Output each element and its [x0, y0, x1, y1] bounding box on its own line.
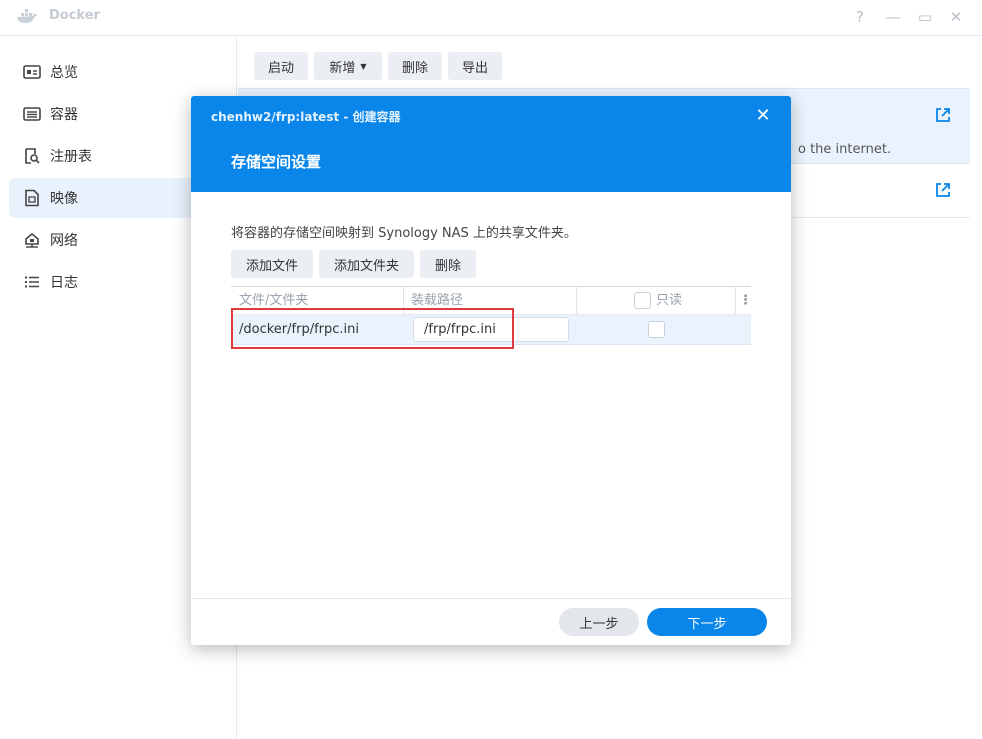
column-header-readonly: 只读 [656, 293, 683, 308]
docker-whale-icon [17, 9, 38, 23]
sidebar-item-label: 日志 [50, 275, 78, 291]
export-button[interactable]: 导出 [448, 52, 502, 80]
dialog-footer: 上一步 下一步 [191, 598, 791, 645]
column-menu-icon[interactable]: ⋮ [739, 287, 752, 315]
dialog-description: 将容器的存储空间映射到 Synology NAS 上的共享文件夹。 [231, 226, 577, 241]
help-icon[interactable]: ? [849, 6, 871, 28]
external-link-icon[interactable] [935, 107, 951, 123]
caret-down-icon: ▼ [360, 61, 367, 71]
external-link-icon[interactable] [935, 182, 951, 198]
sidebar-item-label: 容器 [50, 107, 78, 123]
sidebar-item-label: 注册表 [50, 149, 92, 165]
log-icon [23, 273, 41, 291]
app-title: Docker [49, 8, 100, 23]
dialog-subtitle: chenhw2/frp:latest - 创建容器 [211, 110, 401, 124]
highlight-annotation [231, 308, 514, 349]
next-step-button[interactable]: 下一步 [647, 608, 767, 636]
registry-search-icon [23, 147, 41, 165]
add-file-button[interactable]: 添加文件 [231, 250, 313, 278]
close-window-icon[interactable]: ✕ [945, 6, 967, 28]
image-icon [23, 189, 41, 207]
create-container-dialog: chenhw2/frp:latest - 创建容器 ✕ 存储空间设置 将容器的存… [191, 96, 791, 645]
sidebar-item-overview[interactable]: 总览 [9, 52, 237, 92]
add-folder-button[interactable]: 添加文件夹 [319, 250, 414, 278]
sidebar-item-label: 总览 [50, 65, 78, 81]
delete-mount-button[interactable]: 删除 [420, 250, 476, 278]
container-icon [23, 105, 41, 123]
column-divider [576, 287, 577, 315]
column-divider [735, 287, 736, 315]
sidebar-item-label: 网络 [50, 233, 78, 249]
new-button-label: 新增 [329, 60, 356, 76]
minimize-icon[interactable]: — [882, 6, 904, 28]
previous-step-button[interactable]: 上一步 [559, 608, 639, 636]
start-button[interactable]: 启动 [254, 52, 308, 80]
dialog-title: 存储空间设置 [231, 153, 322, 171]
readonly-all-checkbox[interactable] [634, 292, 651, 309]
sidebar-item-label: 映像 [50, 191, 78, 207]
readonly-checkbox[interactable] [648, 321, 665, 338]
new-dropdown-button[interactable]: 新增 ▼ [314, 52, 382, 80]
close-icon[interactable]: ✕ [753, 106, 773, 126]
image-description: o the internet. [798, 142, 892, 157]
overview-icon [23, 63, 41, 81]
maximize-icon[interactable]: ▭ [914, 6, 936, 28]
app-titlebar: Docker ? — ▭ ✕ [0, 0, 982, 36]
dialog-header: chenhw2/frp:latest - 创建容器 ✕ 存储空间设置 [191, 96, 791, 192]
network-icon [23, 231, 41, 249]
delete-button[interactable]: 删除 [388, 52, 442, 80]
